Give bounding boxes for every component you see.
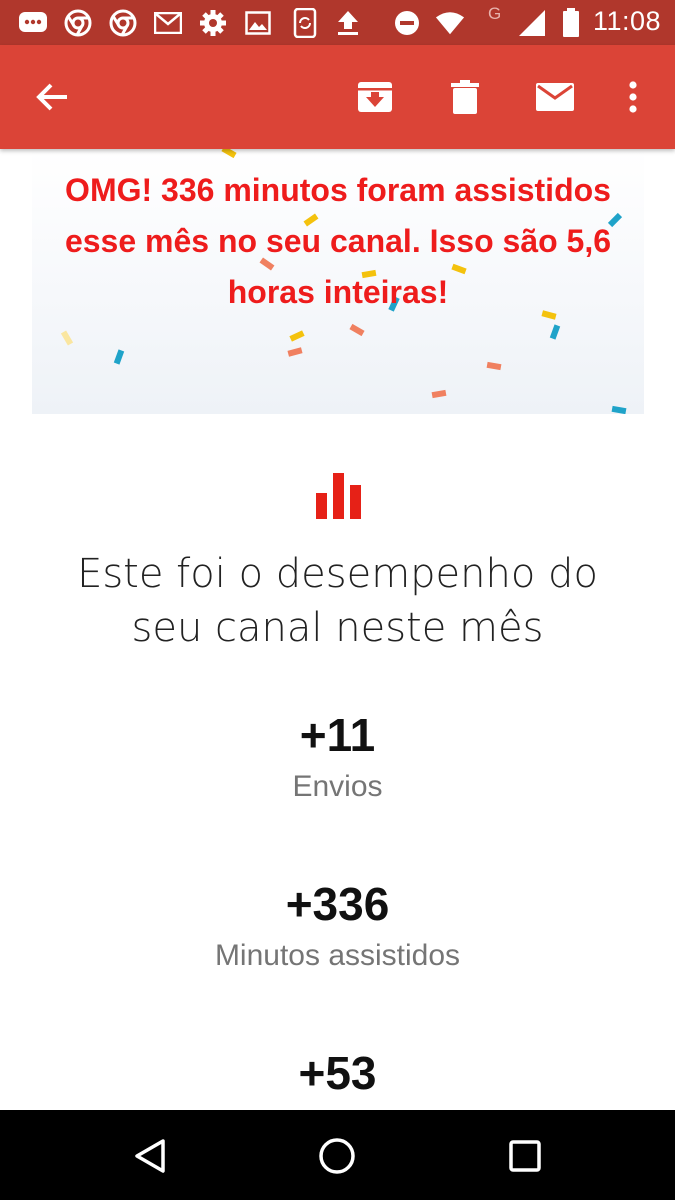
stat-label: Minutos assistidos bbox=[214, 939, 461, 972]
gallery-icon bbox=[243, 8, 273, 38]
back-triangle-icon[interactable] bbox=[126, 1132, 174, 1180]
confetti bbox=[431, 389, 447, 399]
messages-icon bbox=[18, 8, 48, 38]
confetti bbox=[287, 347, 303, 357]
network-type-label: G bbox=[488, 4, 502, 23]
gmail-icon bbox=[153, 8, 183, 38]
more-vert-icon[interactable] bbox=[611, 75, 655, 119]
bar-chart-icon bbox=[315, 471, 363, 519]
stat-value: +336 bbox=[285, 878, 390, 930]
recents-square-icon[interactable] bbox=[501, 1132, 549, 1180]
banner-headline: OMG! 336 minutos foram assistidos esse m… bbox=[64, 172, 612, 310]
email-toolbar bbox=[0, 45, 675, 149]
settings-icon bbox=[198, 8, 228, 38]
delete-icon[interactable] bbox=[443, 75, 487, 119]
confetti bbox=[486, 361, 502, 371]
stat-label: Envios bbox=[292, 770, 383, 803]
mark-unread-icon[interactable] bbox=[533, 75, 577, 119]
stat-value: +11 bbox=[299, 709, 376, 761]
phone-sync-icon bbox=[290, 8, 320, 38]
confetti bbox=[349, 323, 365, 337]
chrome-icon bbox=[108, 8, 138, 38]
confetti bbox=[113, 349, 125, 365]
stat-third: +53 bbox=[0, 1045, 675, 1101]
do-not-disturb-icon bbox=[392, 8, 422, 38]
stat-value: +53 bbox=[298, 1047, 377, 1099]
battery-icon bbox=[556, 8, 586, 38]
stat-watch-minutes: +336 Minutos assistidos bbox=[0, 876, 675, 974]
confetti bbox=[221, 149, 237, 159]
chrome-icon bbox=[63, 8, 93, 38]
system-navigation-bar bbox=[0, 1110, 675, 1200]
archive-icon[interactable] bbox=[353, 75, 397, 119]
confetti bbox=[60, 330, 74, 346]
back-arrow-icon[interactable] bbox=[30, 75, 74, 119]
status-bar: G 11:08 bbox=[0, 0, 675, 45]
signal-icon bbox=[517, 8, 547, 38]
stat-uploads: +11 Envios bbox=[0, 707, 675, 805]
confetti bbox=[289, 330, 305, 342]
wifi-icon bbox=[435, 8, 465, 38]
clock: 11:08 bbox=[592, 6, 661, 36]
home-circle-icon[interactable] bbox=[313, 1132, 361, 1180]
upload-icon bbox=[333, 8, 363, 38]
celebration-banner: OMG! 336 minutos foram assistidos esse m… bbox=[32, 149, 644, 414]
confetti bbox=[549, 324, 561, 340]
confetti bbox=[611, 405, 627, 414]
email-body[interactable]: OMG! 336 minutos foram assistidos esse m… bbox=[0, 149, 675, 1110]
performance-heading: Este foi o desempenho do seu canal neste… bbox=[77, 551, 598, 651]
